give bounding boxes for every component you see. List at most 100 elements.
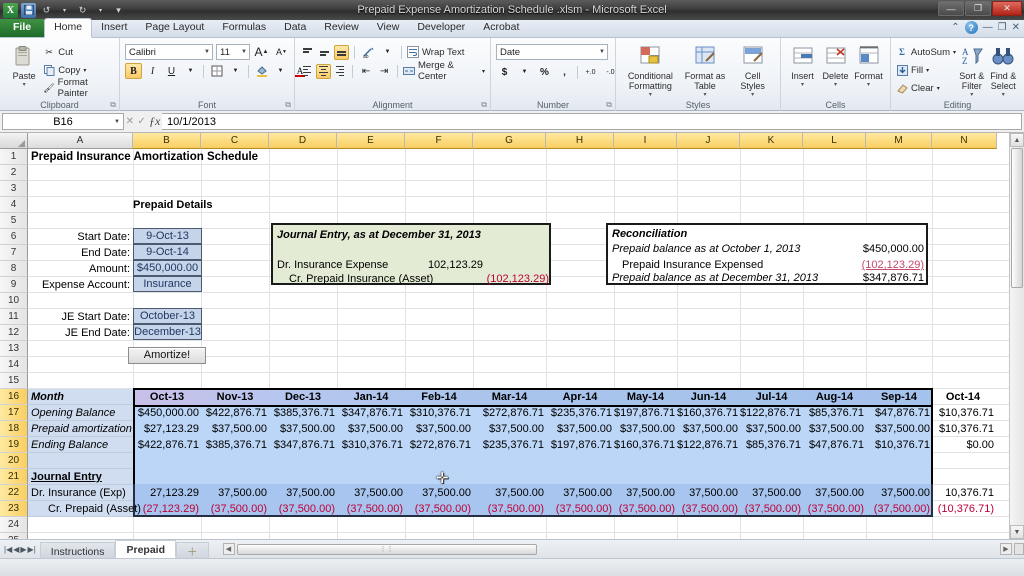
autosum-button[interactable]: Σ AutoSum ▾ (896, 44, 956, 60)
je-start-date-label[interactable]: JE Start Date: (28, 309, 130, 325)
formula-input[interactable]: 10/1/2013 (162, 113, 1022, 130)
row-header-19[interactable]: 19 (0, 437, 28, 453)
chevron-down-icon[interactable]: ▼ (200, 49, 210, 55)
new-sheet-icon[interactable]: ＋ (176, 542, 209, 558)
table-cell[interactable]: $122,876.71 (677, 437, 738, 453)
table-col-header[interactable]: Jun-14 (679, 389, 738, 405)
horizontal-scroll-thumb[interactable]: ⋮⋮ (236, 543, 537, 555)
table-cell[interactable]: $10,376.71 (930, 421, 994, 437)
chevron-down-icon[interactable]: ▼ (516, 64, 533, 80)
fill-button[interactable]: Fill ▾ (896, 62, 956, 78)
help-icon[interactable]: ? (964, 21, 978, 34)
chevron-down-icon[interactable]: ▾ (57, 3, 72, 18)
font-dialog-launcher[interactable]: ⧉ (285, 100, 291, 110)
restore-workbook-icon[interactable]: ❐ (998, 22, 1007, 33)
row-header-6[interactable]: 6 (0, 229, 28, 245)
journal-entry-section-heading[interactable]: Journal Entry (31, 469, 102, 485)
cell-styles-button[interactable]: Cell Styles ▾ (733, 42, 773, 98)
bold-button[interactable]: B (125, 63, 142, 79)
first-sheet-icon[interactable]: |◀ (4, 545, 12, 554)
orientation-button[interactable]: ab (360, 44, 377, 60)
row-header-12[interactable]: 12 (0, 325, 28, 341)
start-date-input[interactable]: 9-Oct-13 (133, 228, 202, 244)
table-row-label[interactable]: Ending Balance (31, 437, 108, 453)
tab-insert[interactable]: Insert (92, 19, 136, 37)
formula-bar-buttons[interactable]: ✕ ✓ ƒx (124, 114, 162, 129)
row-header-22[interactable]: 22 (0, 485, 28, 501)
minimize-button[interactable]: — (938, 1, 964, 16)
table-cell[interactable]: $122,876.71 (740, 405, 801, 421)
align-middle-button[interactable] (317, 45, 332, 60)
row-header-10[interactable]: 10 (0, 293, 28, 309)
window-controls[interactable]: — ❐ ✕ (938, 1, 1022, 16)
copy-button[interactable]: Copy ▾ (43, 62, 114, 78)
borders-button[interactable] (208, 63, 225, 79)
chevron-down-icon[interactable]: ▾ (482, 68, 485, 75)
clear-button[interactable]: Clear ▾ (896, 80, 956, 96)
delete-cells-button[interactable]: Delete ▾ (819, 42, 852, 88)
table-cell[interactable]: $37,500.00 (740, 421, 801, 437)
chevron-down-icon[interactable]: ▾ (751, 91, 754, 98)
row-header-8[interactable]: 8 (0, 261, 28, 277)
row-header-9[interactable]: 9 (0, 277, 28, 293)
table-col-header[interactable]: Jan-14 (339, 389, 403, 405)
column-header-F[interactable]: F (405, 133, 473, 149)
table-col-header[interactable]: Aug-14 (805, 389, 864, 405)
table-col-header[interactable]: Apr-14 (548, 389, 612, 405)
tab-home[interactable]: Home (44, 18, 93, 38)
table-cell[interactable]: $310,376.71 (405, 405, 471, 421)
table-cell[interactable]: 37,500.00 (269, 485, 335, 501)
find-select-button[interactable]: Find & Select ▾ (988, 42, 1020, 98)
tab-view[interactable]: View (368, 19, 409, 37)
column-header-I[interactable]: I (614, 133, 677, 149)
grow-font-button[interactable]: A ▲ (253, 44, 270, 60)
table-cell[interactable]: (37,500.00) (201, 501, 267, 517)
table-cell[interactable]: 37,500.00 (677, 485, 738, 501)
end-date-input[interactable]: 9-Oct-14 (133, 244, 202, 260)
chevron-down-icon[interactable]: ▼ (237, 49, 247, 55)
italic-button[interactable]: I (144, 63, 161, 79)
row-header-13[interactable]: 13 (0, 341, 28, 357)
table-cell[interactable]: (37,500.00) (337, 501, 403, 517)
chevron-down-icon[interactable]: ▼ (182, 63, 199, 79)
je-end-date-input[interactable]: December-13 (133, 324, 202, 340)
expense-account-label[interactable]: Expense Account: (28, 277, 130, 293)
table-cell[interactable]: $160,376.71 (677, 405, 738, 421)
column-header-D[interactable]: D (269, 133, 337, 149)
sheet-tab-prepaid[interactable]: Prepaid (115, 540, 176, 558)
row-header-11[interactable]: 11 (0, 309, 28, 325)
shrink-font-button[interactable]: A ▼ (273, 44, 290, 60)
column-header-M[interactable]: M (866, 133, 932, 149)
table-cell[interactable]: $160,376.71 (614, 437, 675, 453)
undo-icon[interactable]: ↺ (39, 3, 54, 18)
je-end-date-label[interactable]: JE End Date: (28, 325, 130, 341)
scroll-right-icon[interactable]: ▶ (1000, 543, 1012, 555)
table-col-header[interactable]: Jul-14 (742, 389, 801, 405)
je-start-date-input[interactable]: October-13 (133, 308, 202, 324)
table-cell[interactable]: 10,376.71 (930, 485, 994, 501)
column-header-N[interactable]: N (932, 133, 997, 149)
table-cell[interactable]: $450,000.00 (133, 405, 199, 421)
prev-sheet-icon[interactable]: ◀ (13, 545, 19, 554)
align-top-button[interactable] (300, 45, 315, 60)
chevron-down-icon[interactable]: ▾ (93, 3, 108, 18)
align-center-button[interactable] (316, 63, 331, 79)
column-header-B[interactable]: B (133, 133, 201, 149)
minimize-workbook-icon[interactable]: — (983, 22, 993, 33)
amortize-button[interactable]: Amortize! (128, 347, 206, 364)
table-cell[interactable]: (37,500.00) (614, 501, 675, 517)
vertical-scrollbar[interactable]: ▲ ▼ (1009, 133, 1024, 539)
table-cell[interactable]: $10,376.71 (866, 437, 930, 453)
table-cell[interactable]: $235,376.71 (546, 405, 612, 421)
format-cells-button[interactable]: Format ▾ (852, 42, 885, 88)
row-header-16[interactable]: 16 (0, 389, 28, 405)
paste-button[interactable]: Paste ▾ (5, 42, 43, 88)
sheet-title[interactable]: Prepaid Insurance Amortization Schedule (31, 149, 258, 165)
percent-format-button[interactable]: % (536, 64, 553, 80)
column-header-L[interactable]: L (803, 133, 866, 149)
table-cell[interactable]: $37,500.00 (803, 421, 864, 437)
cut-button[interactable]: ✂ Cut (43, 44, 114, 60)
restore-button[interactable]: ❐ (965, 1, 991, 16)
table-cell[interactable]: $272,876.71 (473, 405, 544, 421)
chevron-down-icon[interactable]: ▾ (703, 91, 706, 98)
